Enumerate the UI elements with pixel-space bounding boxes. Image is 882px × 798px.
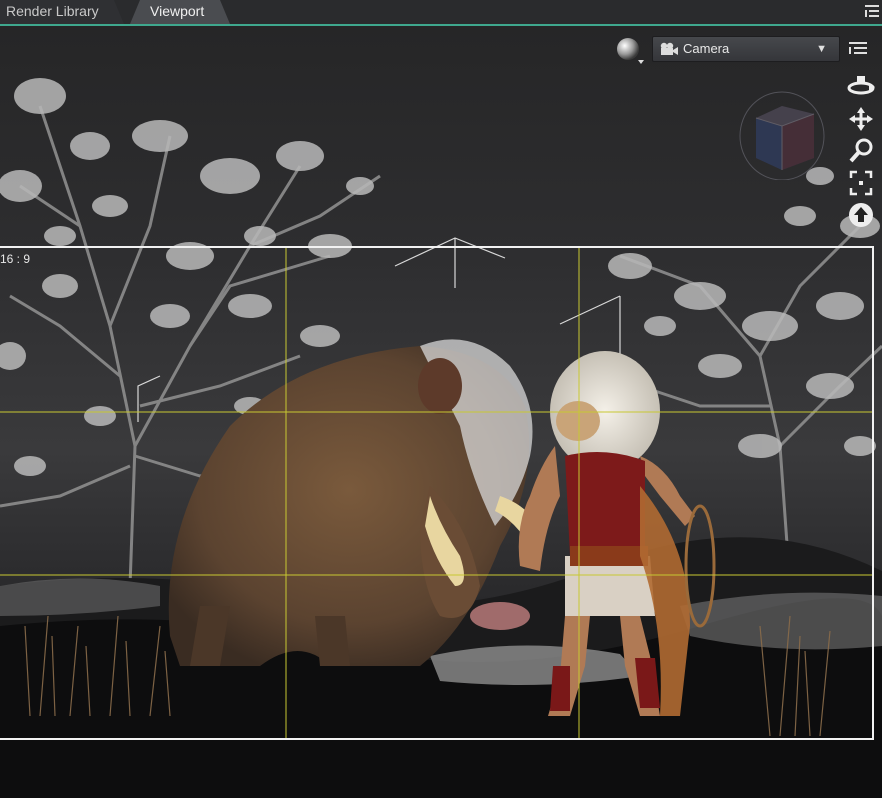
panel-menu-icon[interactable] xyxy=(864,2,880,20)
view-cube-icon[interactable] xyxy=(736,88,828,181)
menu-lines-icon[interactable] xyxy=(848,40,868,58)
reset-view-icon[interactable] xyxy=(845,200,877,230)
panel-tab-bar: Render Library Viewport xyxy=(0,0,882,26)
camera-select[interactable]: Camera ▼ xyxy=(652,36,840,62)
aspect-ratio-label: 16 : 9 xyxy=(0,252,31,266)
render-frame xyxy=(0,246,874,740)
tab-viewport[interactable]: Viewport xyxy=(130,0,230,24)
frame-icon[interactable] xyxy=(845,168,877,198)
tab-label: Viewport xyxy=(150,3,205,19)
orbit-icon[interactable] xyxy=(845,72,877,102)
pan-icon[interactable] xyxy=(845,104,877,134)
sphere-shading-icon[interactable] xyxy=(614,36,648,66)
chevron-down-icon: ▼ xyxy=(816,43,827,55)
camera-select-value: Camera xyxy=(683,41,730,56)
zoom-icon[interactable] xyxy=(845,136,877,166)
tab-label: Render Library xyxy=(6,3,99,19)
camera-icon xyxy=(660,42,678,55)
3d-viewport[interactable]: 16 : 9 Camera ▼ xyxy=(0,26,882,798)
tab-render-library[interactable]: Render Library xyxy=(0,0,124,24)
